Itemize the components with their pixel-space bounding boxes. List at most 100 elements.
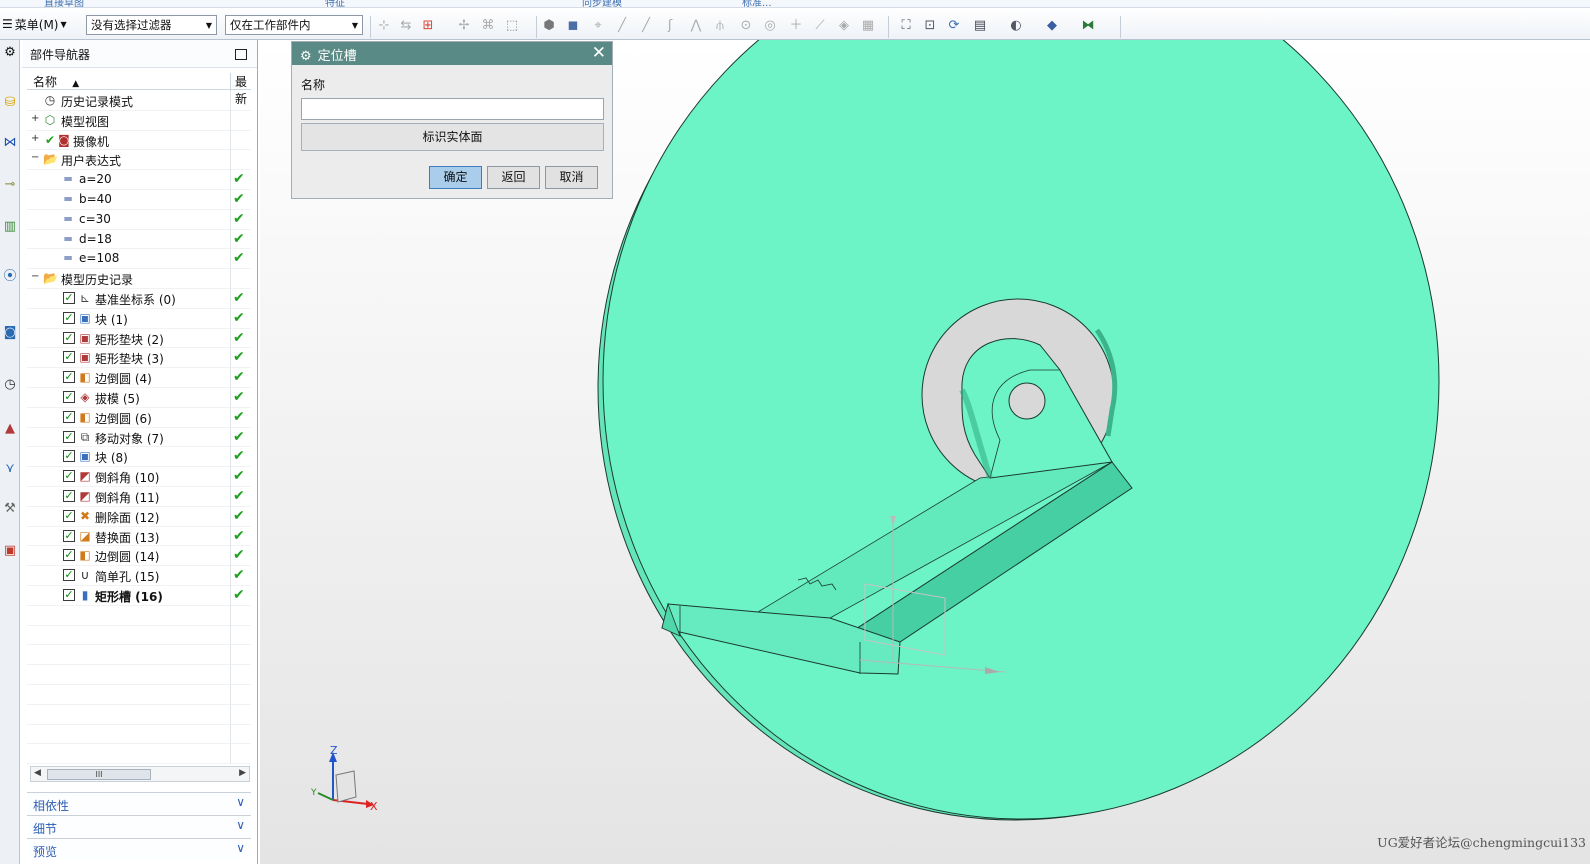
feature-checkbox[interactable]: ✓ <box>63 569 75 582</box>
tree-row[interactable]: ✓ ▣ 矩形垫块 (2) ✔ <box>27 328 251 349</box>
feature-checkbox[interactable]: ✓ <box>63 351 75 364</box>
web-browser-icon[interactable]: ⦿ <box>2 268 18 286</box>
navigator-horizontal-scrollbar[interactable]: ◀ III ▶ <box>30 766 250 782</box>
constraint-navigator-icon[interactable]: ⋈ <box>2 134 18 152</box>
tree-row[interactable]: ✓ ✖ 删除面 (12) ✔ <box>27 506 251 527</box>
tree-row[interactable]: ✓ ◧ 边倒圆 (6) ✔ <box>27 407 251 428</box>
snap-endpoint-icon[interactable]: ⌖ <box>590 18 606 34</box>
snap-on-curve-icon[interactable]: ⟋ <box>812 18 828 34</box>
clock-icon[interactable]: ◷ <box>2 376 18 394</box>
tree-row[interactable]: − 📂 模型历史记录 <box>27 269 251 290</box>
preview-panel[interactable]: 预览 ∨ <box>27 838 251 860</box>
feature-checkbox[interactable]: ✓ <box>63 549 75 562</box>
feature-checkbox[interactable]: ✓ <box>63 489 75 502</box>
feature-checkbox[interactable]: ✓ <box>63 331 75 344</box>
rectangle-select-icon[interactable]: ⬚ <box>504 18 520 34</box>
scroll-left-icon[interactable]: ◀ <box>34 768 41 778</box>
tree-row[interactable]: ✓ ▣ 矩形垫块 (3) ✔ <box>27 348 251 369</box>
history-icon[interactable]: ◙ <box>2 324 18 342</box>
hook-hole[interactable] <box>1008 382 1046 420</box>
snap-line-icon[interactable]: ╱ <box>614 18 630 34</box>
render-style-icon[interactable]: ◐ <box>1008 18 1024 34</box>
snap-curve-icon[interactable]: ʃ <box>662 18 678 34</box>
tree-row[interactable]: ◷ 历史记录模式 <box>27 91 251 111</box>
feature-checkbox[interactable]: ✓ <box>63 430 75 443</box>
feature-checkbox[interactable]: ✓ <box>63 291 75 304</box>
selection-scope-select[interactable]: 仅在工作部件内 ▼ <box>225 15 363 35</box>
visual-palette-icon[interactable]: ▲ <box>2 420 18 438</box>
ok-button[interactable]: 确定 <box>429 166 482 189</box>
tree-row[interactable]: ✓ ▣ 块 (8) ✔ <box>27 447 251 468</box>
zoom-icon[interactable]: ⊡ <box>922 18 938 34</box>
select-point-icon[interactable]: ✢ <box>456 18 472 34</box>
dialog-title-bar[interactable]: ⚙ 定位槽 ✕ <box>292 42 612 65</box>
tree-row[interactable]: ✓ ◩ 倒斜角 (11) ✔ <box>27 486 251 507</box>
tree-row[interactable]: ✓ ◪ 替换面 (13) ✔ <box>27 526 251 547</box>
expand-toggle-icon[interactable]: − <box>31 272 40 282</box>
snap-on-face-icon[interactable]: ◈ <box>836 18 852 34</box>
roles-icon[interactable]: ▣ <box>2 542 18 560</box>
cancel-button[interactable]: 取消 <box>545 166 598 189</box>
reuse-library-icon[interactable]: ▥ <box>2 218 18 236</box>
edit-section-icon[interactable]: ⧓ <box>1080 18 1096 34</box>
selection-filter-select[interactable]: 没有选择过滤器 ▼ <box>86 15 217 35</box>
part-navigator-icon[interactable]: ⊸ <box>2 176 18 194</box>
select-feature-icon[interactable]: ⊞ <box>420 18 436 34</box>
back-button[interactable]: 返回 <box>487 166 540 189</box>
ribbon-tab-feature[interactable]: 特征 <box>325 0 345 7</box>
snap-tangent-icon[interactable]: ⫛ <box>712 18 728 34</box>
snap-midpoint-icon[interactable]: ╱ <box>638 18 654 34</box>
ribbon-tab-direct-sketch[interactable]: 直接草图 <box>44 0 84 7</box>
quick-pick-icon[interactable]: ⇆ <box>398 18 414 34</box>
ribbon-tab-standard[interactable]: 标准... <box>742 0 772 7</box>
gear-icon[interactable]: ⚙ <box>300 49 312 64</box>
feature-checkbox[interactable]: ✓ <box>63 371 75 384</box>
feature-checkbox[interactable]: ✓ <box>63 390 75 403</box>
process-studio-icon[interactable]: ⚒ <box>2 500 18 518</box>
tree-row[interactable]: ✓ ◧ 边倒圆 (4) ✔ <box>27 368 251 389</box>
rotate-view-icon[interactable]: ⟳ <box>946 18 962 34</box>
snap-bounded-icon[interactable]: ▦ <box>860 18 876 34</box>
solid-body-filter-icon[interactable]: ⬢ <box>541 18 557 34</box>
tree-row[interactable]: ═ e=108 ✔ <box>27 249 251 270</box>
scroll-thumb[interactable]: III <box>47 769 151 780</box>
tree-row[interactable]: ═ b=40 ✔ <box>27 189 251 210</box>
close-icon[interactable]: ✕ <box>592 43 606 63</box>
tree-row[interactable]: ═ c=30 ✔ <box>27 209 251 230</box>
settings-icon[interactable]: ⚙ <box>2 44 18 62</box>
snap-existing-point-icon[interactable]: ＋ <box>788 18 804 34</box>
tree-row[interactable]: ✓ ◧ 边倒圆 (14) ✔ <box>27 546 251 567</box>
fit-view-icon[interactable]: ⛶ <box>898 18 914 34</box>
name-field[interactable] <box>301 98 604 120</box>
tree-row[interactable]: + ✔ ◙ 摄像机 <box>27 130 251 151</box>
tree-row[interactable]: − 📂 用户表达式 <box>27 150 251 171</box>
scroll-right-icon[interactable]: ▶ <box>239 768 246 778</box>
expand-toggle-icon[interactable]: + <box>31 113 40 124</box>
tree-row[interactable]: + ⬡ 模型视图 <box>27 110 251 131</box>
tree-row[interactable]: ✓ ◈ 拔模 (5) ✔ <box>27 387 251 408</box>
feature-checkbox[interactable]: ✓ <box>63 509 75 522</box>
feature-checkbox[interactable]: ✓ <box>63 588 75 601</box>
snap-arc-center-icon[interactable]: ⊙ <box>738 18 754 34</box>
tree-row[interactable]: ✓ ∪ 简单孔 (15) ✔ <box>27 566 251 587</box>
snap-quadrant-icon[interactable]: ◎ <box>762 18 778 34</box>
ribbon-tab-sync-modeling[interactable]: 同步建模 <box>582 0 622 7</box>
tree-row[interactable]: ✓ ⊾ 基准坐标系 (0) ✔ <box>27 288 251 309</box>
tree-row[interactable]: ✓ ▣ 块 (1) ✔ <box>27 308 251 329</box>
assembly-navigator-icon[interactable]: ⛁ <box>2 94 18 112</box>
system-materials-icon[interactable]: ⋎ <box>2 460 18 478</box>
identify-solid-face-button[interactable]: 标识实体面 <box>301 123 604 151</box>
menu-button[interactable]: ☰ 菜单(M) ▼ <box>2 14 67 34</box>
tree-row[interactable]: ✓ ◩ 倒斜角 (10) ✔ <box>27 467 251 488</box>
column-name[interactable]: 名称 ▲ <box>33 73 79 90</box>
tree-row[interactable]: ═ a=20 ✔ <box>27 170 251 191</box>
details-panel[interactable]: 细节 ∨ <box>27 815 251 837</box>
feature-checkbox[interactable]: ✓ <box>63 311 75 324</box>
feature-checkbox[interactable]: ✓ <box>63 470 75 483</box>
feature-checkbox[interactable]: ✓ <box>63 450 75 463</box>
select-face-icon[interactable]: ⌘ <box>480 18 496 34</box>
expand-toggle-icon[interactable]: − <box>31 153 40 163</box>
feature-checkbox[interactable]: ✓ <box>63 410 75 423</box>
tree-row[interactable]: ✓ ▮ 矩形槽 (16) ✔ <box>27 585 251 606</box>
view-cube-icon[interactable]: ◆ <box>1044 18 1060 34</box>
